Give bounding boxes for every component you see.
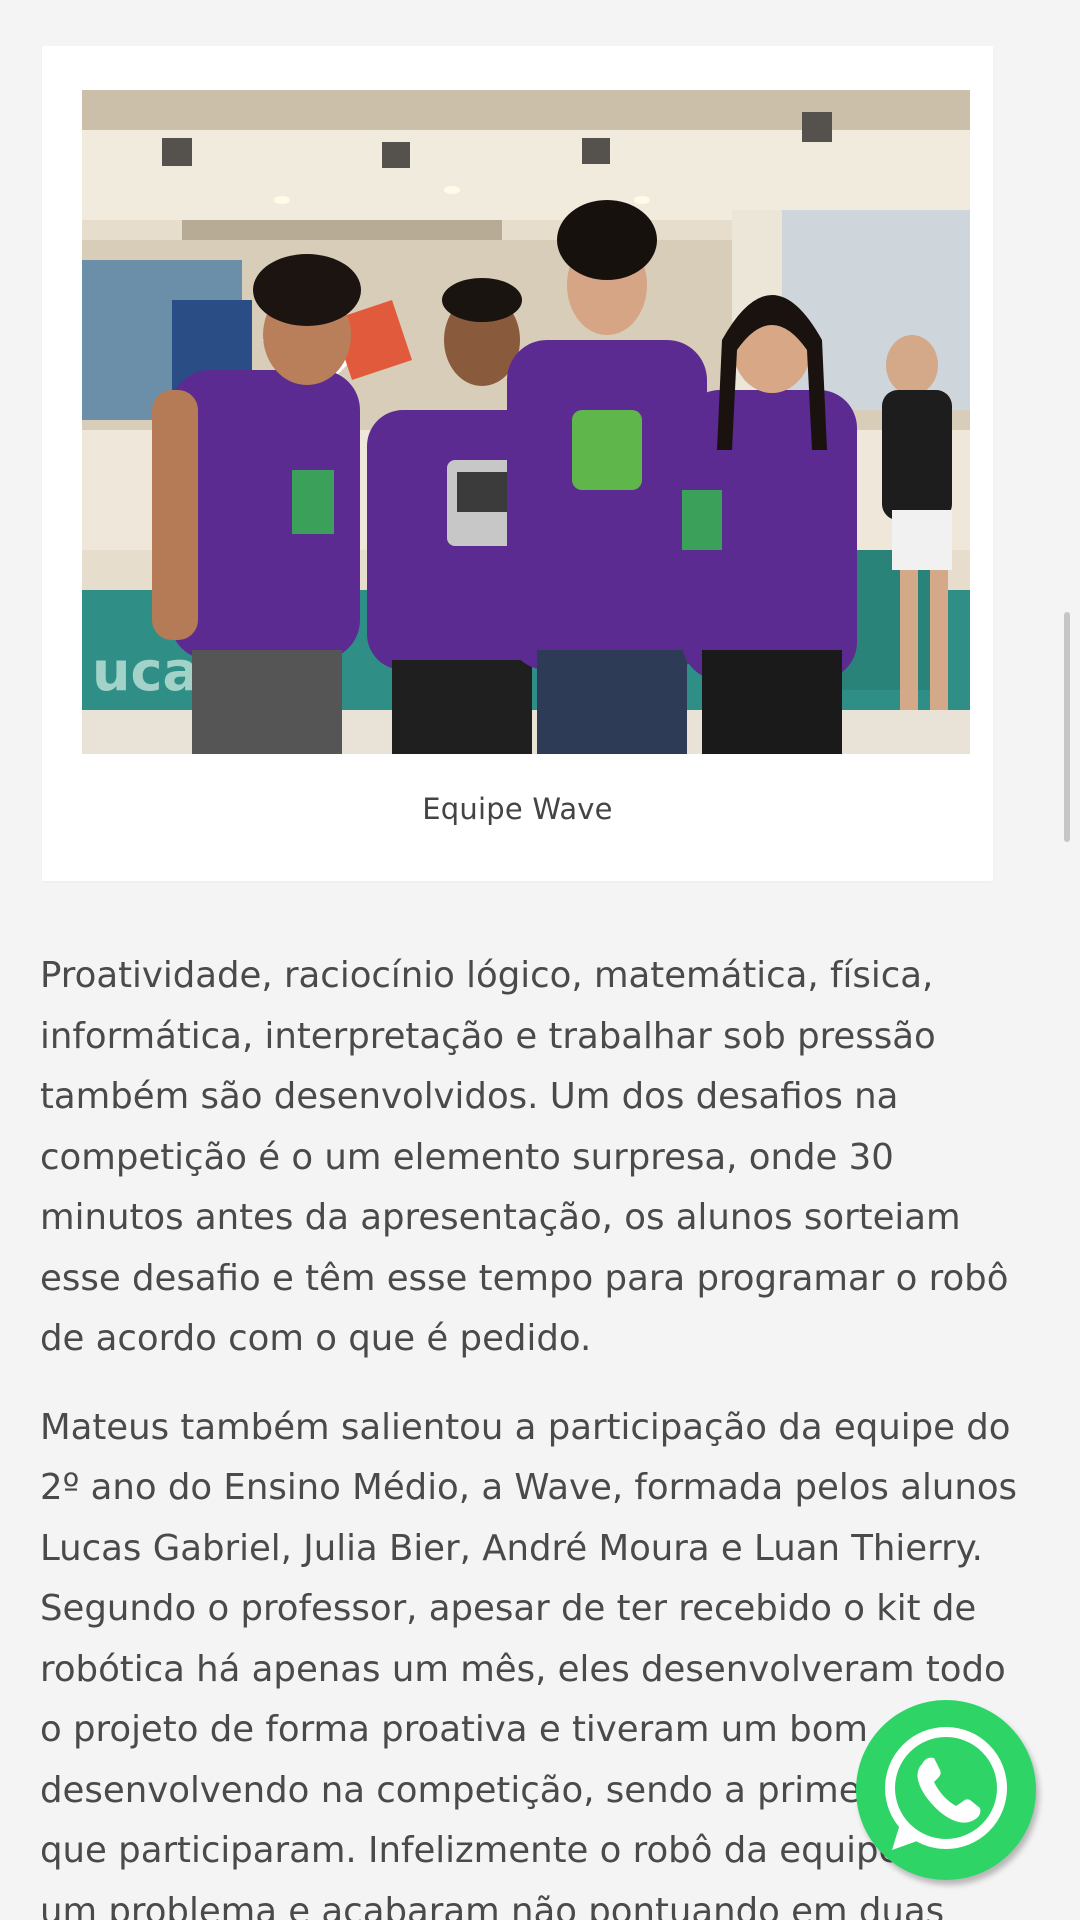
scrollbar-thumb[interactable] [1064,612,1070,842]
article-paragraph: Proatividade, raciocínio lógico, matemát… [40,955,1009,1359]
whatsapp-button[interactable] [856,1700,1036,1880]
whatsapp-icon [885,1727,1007,1850]
team-photo: ucaç [82,90,970,754]
figure-card: ucaç Equipe Wave [42,46,993,881]
article-page: ucaç Equipe Wave Proatividade, raciocíni… [0,0,1080,1920]
photo-caption: Equipe Wave [422,792,613,826]
